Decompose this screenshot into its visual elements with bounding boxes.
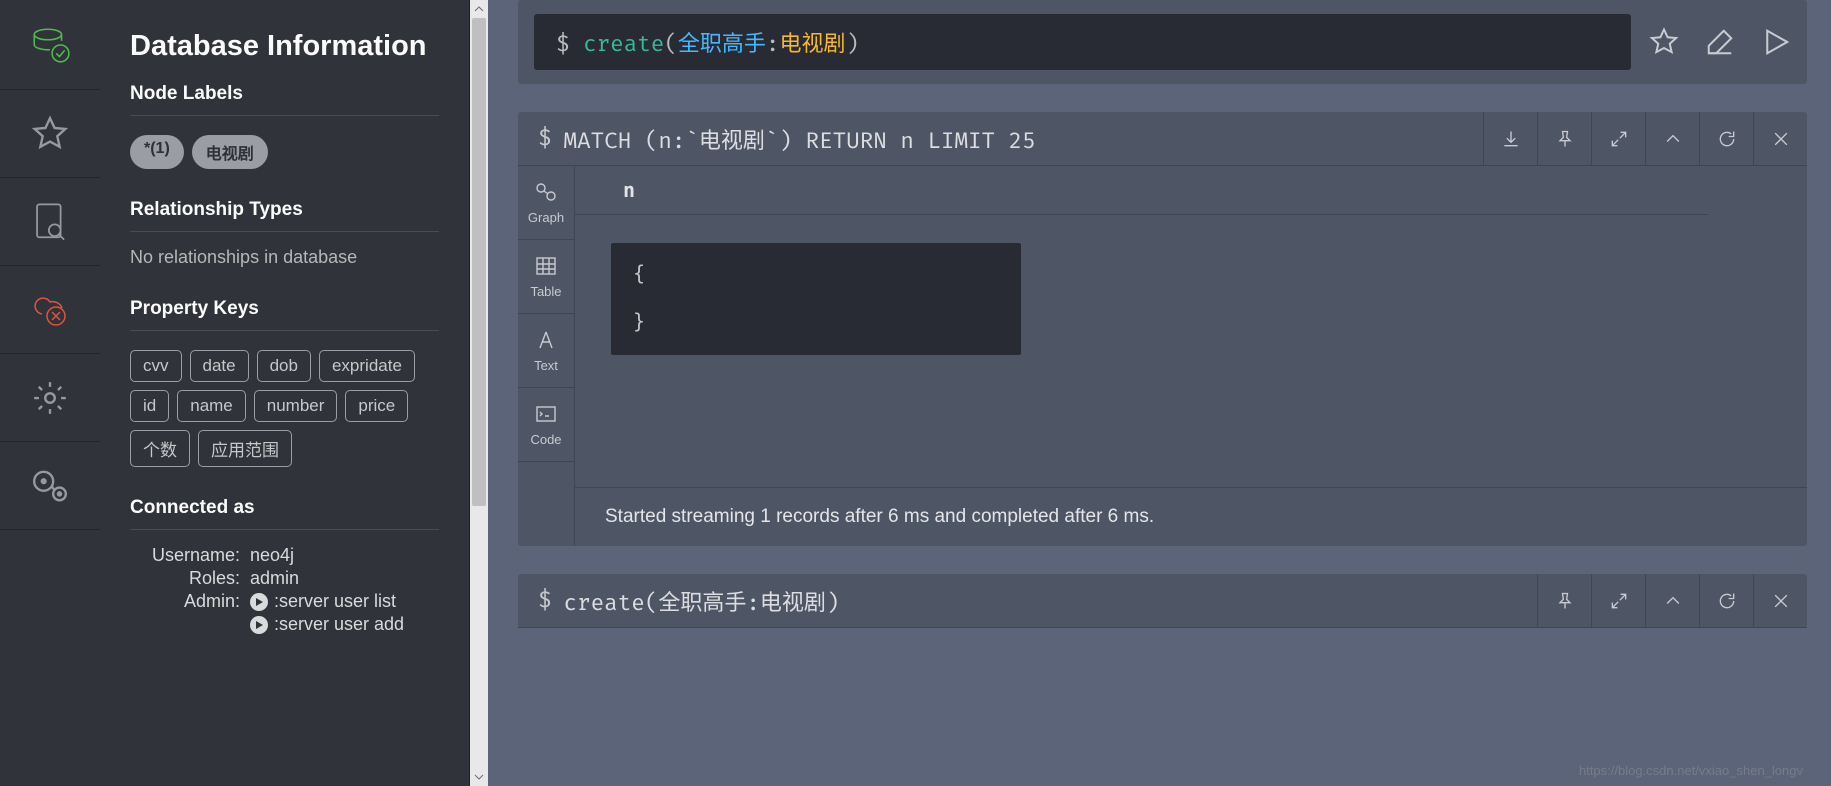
settings-icon[interactable] [0, 354, 100, 442]
node-labels-heading: Node Labels [130, 83, 439, 116]
view-tab-text[interactable]: Text [518, 314, 574, 388]
prop-key[interactable]: dob [257, 350, 311, 382]
result-content: n { } Started streaming 1 records after … [575, 166, 1807, 546]
rel-types-heading: Relationship Types [130, 199, 439, 232]
result-footer: Started streaming 1 records after 6 ms a… [575, 487, 1807, 546]
favorite-icon[interactable] [1649, 27, 1679, 57]
prop-key[interactable]: cvv [130, 350, 182, 382]
cloud-offline-icon[interactable] [0, 266, 100, 354]
panel-title: Database Information [130, 30, 439, 63]
favorites-icon[interactable] [0, 90, 100, 178]
admin-label: Admin: [130, 591, 250, 612]
result-actions-2 [1537, 574, 1807, 628]
prop-key[interactable]: name [177, 390, 246, 422]
column-header-n: n [575, 166, 1708, 215]
node-labels-row: *(1) 电视剧 [130, 131, 439, 169]
connected-heading: Connected as [130, 497, 439, 530]
close-button[interactable] [1753, 112, 1807, 166]
scroll-thumb[interactable] [472, 18, 486, 506]
result-query-1[interactable]: $ MATCH (n:`电视剧`) RETURN n LIMIT 25 [518, 112, 1483, 166]
query-editor[interactable]: $ create(全职高手:电视剧) [534, 14, 1631, 70]
scroll-track[interactable] [470, 18, 488, 768]
roles-value: admin [250, 568, 299, 589]
view-tab-table[interactable]: Table [518, 240, 574, 314]
result-actions-1 [1483, 112, 1807, 166]
node-label-tvdrama[interactable]: 电视剧 [192, 135, 268, 169]
neo4j-logo-icon[interactable] [0, 0, 100, 90]
username-label: Username: [130, 545, 250, 566]
prop-key[interactable]: 个数 [130, 430, 190, 467]
expand-button[interactable] [1591, 112, 1645, 166]
result-frame-1: $ MATCH (n:`电视剧`) RETURN n LIMIT 25 Grap… [518, 112, 1807, 546]
admin-cmd-1[interactable]: :server user add [250, 614, 404, 635]
prop-key[interactable]: expridate [319, 350, 415, 382]
database-info-panel: Database Information Node Labels *(1) 电视… [100, 0, 470, 786]
scroll-down-button[interactable] [470, 768, 488, 786]
prop-key[interactable]: price [345, 390, 408, 422]
prop-key[interactable]: date [190, 350, 249, 382]
sidebar-scrollbar[interactable] [470, 0, 488, 786]
query-editor-frame: $ create(全职高手:电视剧) [518, 0, 1807, 84]
close-button[interactable] [1753, 574, 1807, 628]
collapse-button[interactable] [1645, 574, 1699, 628]
admin-cmd-0[interactable]: :server user list [250, 591, 396, 612]
expand-button[interactable] [1591, 574, 1645, 628]
prop-key[interactable]: number [254, 390, 338, 422]
play-icon [250, 593, 268, 611]
download-button[interactable] [1483, 112, 1537, 166]
node-json: { } [611, 243, 1021, 355]
view-tabs: Graph Table Text Code [518, 166, 575, 546]
icon-rail [0, 0, 100, 786]
result-query-2[interactable]: $ create(全职高手:电视剧) [518, 574, 1537, 628]
view-tab-code[interactable]: Code [518, 388, 574, 462]
result-frame-2: $ create(全职高手:电视剧) [518, 574, 1807, 628]
pin-button[interactable] [1537, 112, 1591, 166]
rerun-button[interactable] [1699, 574, 1753, 628]
node-label-all[interactable]: *(1) [130, 135, 184, 169]
docs-search-icon[interactable] [0, 178, 100, 266]
prop-key[interactable]: 应用范围 [198, 430, 292, 467]
run-icon[interactable] [1761, 27, 1791, 57]
eraser-icon[interactable] [1705, 27, 1735, 57]
watermark-text: https://blog.csdn.net/vxiao_shen_longv [1579, 763, 1803, 778]
rerun-button[interactable] [1699, 112, 1753, 166]
scroll-up-button[interactable] [470, 0, 488, 18]
view-tab-graph[interactable]: Graph [518, 166, 574, 240]
collapse-button[interactable] [1645, 112, 1699, 166]
rel-types-empty: No relationships in database [130, 247, 439, 268]
prop-key[interactable]: id [130, 390, 169, 422]
play-icon [250, 616, 268, 634]
connected-table: Username: neo4j Roles: admin Admin: :ser… [130, 545, 439, 635]
prop-keys-heading: Property Keys [130, 298, 439, 331]
username-value: neo4j [250, 545, 294, 566]
pin-button[interactable] [1537, 574, 1591, 628]
main-area: $ create(全职高手:电视剧) $ MATCH (n:`电视剧`) RET… [488, 0, 1831, 786]
prop-keys-row: cvv date dob expridate id name number pr… [130, 346, 439, 467]
roles-label: Roles: [130, 568, 250, 589]
editor-tools [1649, 27, 1791, 57]
about-icon[interactable] [0, 442, 100, 530]
